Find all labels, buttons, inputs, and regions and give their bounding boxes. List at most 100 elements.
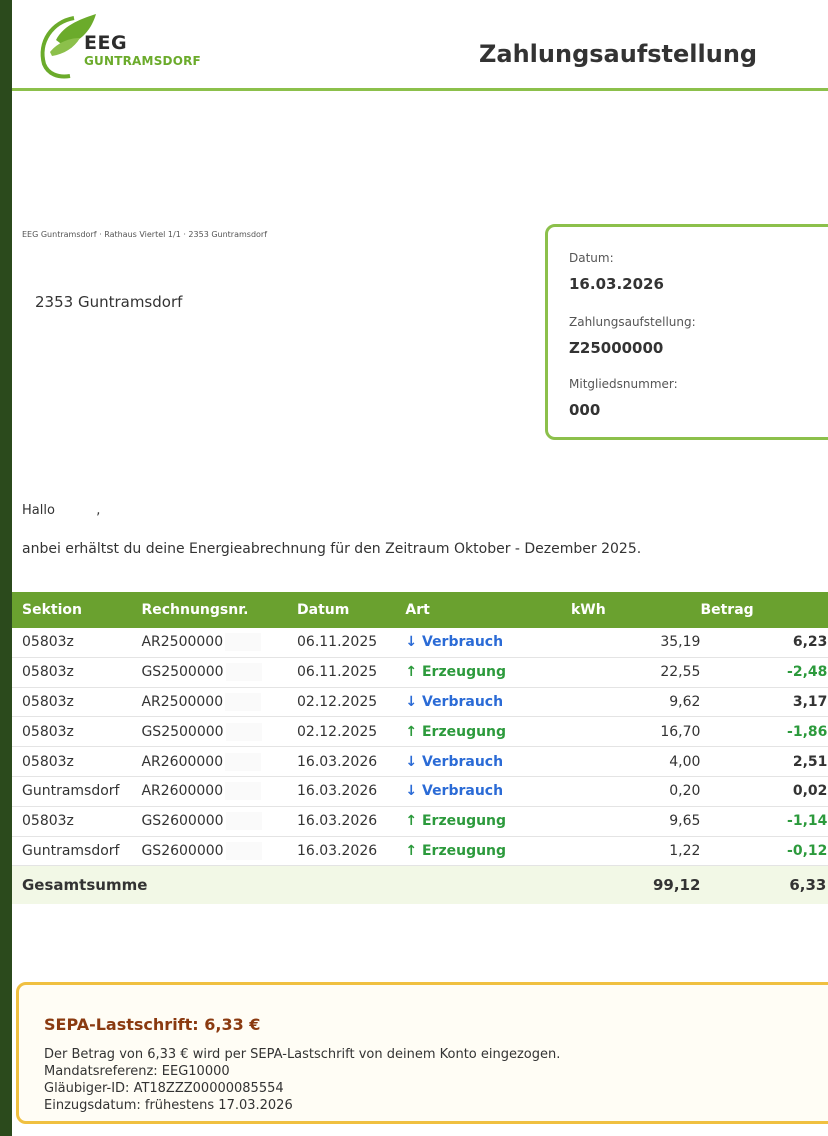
cell-betrag: -1,14 €	[700, 806, 828, 837]
cell-art-text: ↓ Verbrauch	[405, 693, 504, 710]
cell-kwh: 4,00	[570, 746, 701, 777]
cell-sektion-text: 05803z	[22, 634, 74, 651]
total-label: Gesamtsumme	[12, 865, 571, 905]
cell-kwh-text: 9,62	[669, 693, 701, 710]
cell-betrag-text: -1,86 €	[787, 723, 828, 740]
table-header-row: Sektion Rechnungsnr. Datum Art kWh Betra…	[12, 592, 828, 628]
table-row: 05803z GS2600000 16.03.2026 ↑ Erzeugung 9,65…	[12, 806, 828, 837]
cell-art: ↑ Erzeugung	[405, 716, 571, 748]
cell-rechnungsnr-text: GS2500000	[141, 723, 224, 740]
cell-art: ↑ Erzeugung	[405, 836, 571, 867]
document-page: EEG GUNTRAMSDORF Zahlungsaufstellung EEG…	[12, 0, 828, 1136]
cell-kwh-text: 0,20	[669, 783, 701, 800]
document-info-box: Datum: 16.03.2026 Zahlungsaufstellung: Z…	[545, 224, 828, 440]
redaction-mask	[225, 692, 262, 711]
table-row: 05803z AR2600000 16.03.2026 ↓ Verbrauch 4,00…	[12, 746, 828, 777]
redaction-mask	[225, 633, 262, 652]
cell-kwh: 1,22	[570, 836, 701, 867]
cell-rechnungsnr: GS2500000	[141, 657, 297, 688]
column-header-betrag: Betrag	[700, 592, 828, 628]
cell-datum: 16.03.2026	[297, 776, 406, 807]
cell-datum: 16.03.2026	[297, 806, 406, 837]
cell-sektion-text: 05803z	[22, 723, 74, 740]
cell-rechnungsnr: GS2600000	[141, 836, 297, 867]
cell-betrag: 3,17 €	[700, 687, 828, 718]
column-header-rechnungsnr: Rechnungsnr.	[141, 592, 297, 628]
cell-betrag: -2,48 €	[700, 657, 828, 688]
redaction-mask	[225, 722, 262, 741]
cell-sektion: 05803z	[12, 657, 142, 688]
cell-betrag: 0,02 €	[700, 776, 828, 807]
cell-betrag: -1,86 €	[700, 716, 828, 748]
cell-datum: 02.12.2025	[297, 687, 406, 718]
cell-kwh: 9,65	[570, 806, 701, 837]
redaction-mask	[225, 663, 262, 682]
cell-sektion: Guntramsdorf	[12, 776, 142, 807]
cell-rechnungsnr-text: GS2600000	[141, 813, 224, 830]
date-value: 16.03.2026	[569, 275, 664, 293]
cell-art-text: ↓ Verbrauch	[405, 753, 504, 770]
cell-datum-text: 02.12.2025	[297, 693, 378, 710]
redaction-mask	[225, 752, 262, 771]
creditor-id: Gläubiger-ID: AT18ZZZ00000085554	[44, 1081, 284, 1096]
sepa-notice-box: SEPA-Lastschrift: 6,33 € Der Betrag von …	[16, 982, 828, 1124]
cell-sektion: 05803z	[12, 628, 142, 658]
cell-betrag-text: 2,51 €	[792, 753, 828, 770]
cell-datum-text: 16.03.2026	[297, 753, 378, 770]
cell-betrag-text: -2,48 €	[787, 664, 828, 681]
cell-kwh-text: 22,55	[660, 664, 701, 681]
cell-art: ↓ Verbrauch	[405, 687, 571, 718]
cell-art: ↓ Verbrauch	[405, 628, 571, 658]
cell-datum-text: 16.03.2026	[297, 813, 378, 830]
cell-art: ↑ Erzeugung	[405, 806, 571, 837]
member-label: Mitgliedsnummer:	[569, 377, 678, 391]
cell-rechnungsnr-text: AR2600000	[141, 753, 224, 770]
table-row: Guntramsdorf AR2600000 16.03.2026 ↓ Verbrau…	[12, 776, 828, 807]
page-title: Zahlungsaufstellung	[479, 40, 758, 68]
cell-kwh: 9,62	[570, 687, 701, 718]
mandate-reference: Mandatsreferenz: EEG10000	[44, 1064, 230, 1079]
billing-table: Sektion Rechnungsnr. Datum Art kWh Betra…	[12, 592, 828, 905]
cell-betrag-text: 0,02 €	[792, 783, 828, 800]
cell-art-text: ↑ Erzeugung	[405, 813, 507, 830]
sender-address-line: EEG Guntramsdorf · Rathaus Viertel 1/1 ·…	[22, 230, 268, 239]
cell-kwh-text: 35,19	[660, 634, 701, 651]
sepa-text: Der Betrag von 6,33 € wird per SEPA-Last…	[44, 1047, 561, 1062]
cell-art-text: ↓ Verbrauch	[405, 783, 504, 800]
cell-datum: 06.11.2025	[297, 628, 406, 658]
cell-kwh-text: 9,65	[669, 813, 701, 830]
cell-art-text: ↑ Erzeugung	[405, 842, 507, 859]
cell-datum: 16.03.2026	[297, 746, 406, 777]
cell-betrag: 6,23 €	[700, 628, 828, 658]
cell-art: ↓ Verbrauch	[405, 776, 571, 807]
cell-sektion-text: 05803z	[22, 813, 74, 830]
cell-rechnungsnr-text: GS2500000	[141, 664, 224, 681]
cell-betrag: -0,12 €	[700, 836, 828, 867]
cell-rechnungsnr: AR2600000	[141, 746, 297, 777]
leaf-logo-icon	[40, 14, 96, 79]
cell-sektion: 05803z	[12, 746, 142, 777]
column-header-kwh: kWh	[570, 592, 701, 628]
cell-rechnungsnr-text: AR2500000	[141, 634, 224, 651]
cell-datum-text: 02.12.2025	[297, 723, 378, 740]
total-row: Gesamtsumme 99,12 6,33 €	[12, 865, 828, 905]
redaction-mask	[225, 782, 262, 801]
cell-art-text: ↑ Erzeugung	[405, 723, 507, 740]
cell-kwh: 16,70	[570, 716, 701, 748]
greeting: Hallo ,	[22, 503, 101, 518]
cell-sektion-text: Guntramsdorf	[22, 842, 120, 859]
statement-label: Zahlungsaufstellung:	[569, 315, 696, 329]
cell-rechnungsnr: AR2500000	[141, 628, 297, 658]
table-row: 05803z GS2500000 06.11.2025 ↑ Erzeugung 22,5…	[12, 657, 828, 688]
cell-art: ↑ Erzeugung	[405, 657, 571, 688]
cell-kwh: 35,19	[570, 628, 701, 658]
cell-kwh: 0,20	[570, 776, 701, 807]
table-row: 05803z AR2500000 02.12.2025 ↓ Verbrauch 9,62…	[12, 687, 828, 718]
cell-datum-text: 06.11.2025	[297, 664, 378, 681]
statement-number: Z25000000	[569, 339, 664, 357]
cell-kwh-text: 4,00	[669, 753, 701, 770]
sepa-title: SEPA-Lastschrift: 6,33 €	[44, 1015, 261, 1034]
table-row: 05803z AR2500000 06.11.2025 ↓ Verbrauch 35,1…	[12, 628, 828, 658]
cell-datum: 02.12.2025	[297, 716, 406, 748]
cell-betrag-text: -0,12 €	[787, 842, 828, 859]
